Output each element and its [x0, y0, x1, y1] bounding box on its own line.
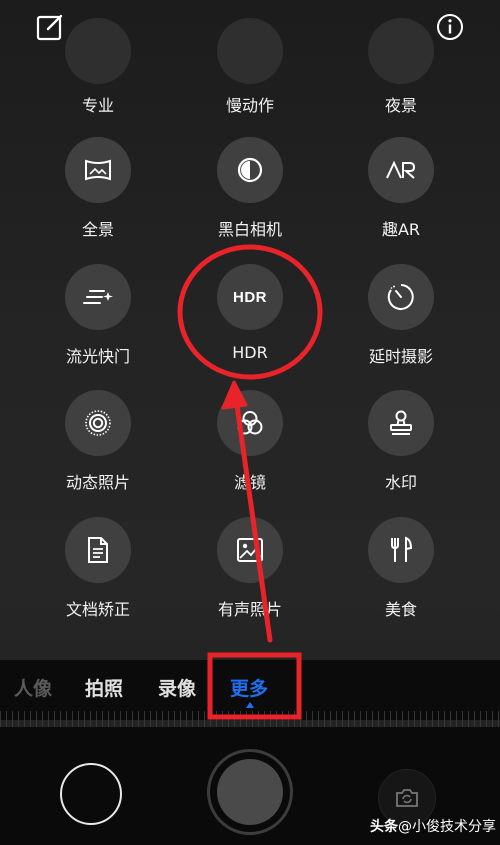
filter-icon	[217, 390, 283, 456]
audio-photo-icon	[217, 517, 283, 583]
mode-label: HDR	[232, 343, 268, 362]
active-tab-indicator	[246, 702, 254, 708]
info-icon[interactable]	[433, 10, 467, 44]
hdr-icon: HDR	[217, 264, 283, 330]
shutter-inner	[217, 759, 283, 825]
mode-label: 滤镜	[233, 473, 266, 492]
mode-ar[interactable]: 趣AR	[336, 137, 466, 257]
mode-label: 延时摄影	[368, 347, 433, 366]
live-photo-icon	[65, 390, 131, 456]
mode-panorama[interactable]: 全景	[33, 137, 163, 257]
mode-label-night[interactable]: 夜景	[336, 92, 466, 116]
mode-monochrome[interactable]: 黑白相机	[185, 137, 315, 257]
tab-more[interactable]: 更多	[230, 674, 268, 701]
mode-label: 水印	[384, 473, 417, 492]
timelapse-icon	[368, 264, 434, 330]
light-trail-icon	[65, 264, 131, 330]
panorama-icon	[65, 137, 131, 203]
slow-motion-icon[interactable]	[217, 18, 283, 84]
watermark-brand: 头条	[370, 819, 398, 835]
tab-portrait[interactable]: 人像	[14, 674, 52, 701]
hdr-icon-text: HDR	[233, 288, 267, 306]
source-watermark: 头条@小俊技术分享	[370, 816, 496, 836]
mode-document[interactable]: 文档矫正	[33, 517, 163, 637]
zoom-tick-strip	[0, 711, 500, 727]
mode-label: 趣AR	[381, 220, 421, 239]
mode-hdr[interactable]: HDR HDR	[185, 264, 315, 384]
tab-video[interactable]: 录像	[158, 674, 196, 701]
mode-label: 黑白相机	[217, 220, 282, 239]
mode-label: 有声照片	[217, 600, 282, 619]
mode-live-photo[interactable]: 动态照片	[33, 390, 163, 510]
mode-food[interactable]: 美食	[336, 517, 466, 637]
food-icon	[368, 517, 434, 583]
mode-label: 美食	[384, 600, 417, 619]
mode-label: 全景	[81, 220, 114, 239]
document-icon	[65, 517, 131, 583]
mode-watermark[interactable]: 水印	[336, 390, 466, 510]
mode-filter[interactable]: 滤镜	[185, 390, 315, 510]
watermark-handle: @小俊技术分享	[398, 819, 496, 835]
monochrome-icon	[217, 137, 283, 203]
mode-label: 动态照片	[65, 473, 130, 492]
mode-label-slow-motion[interactable]: 慢动作	[185, 92, 315, 116]
gallery-thumbnail-button[interactable]	[60, 763, 122, 825]
mode-timelapse[interactable]: 延时摄影	[336, 264, 466, 384]
mode-row-partial: 专业 慢动作 夜景	[0, 18, 500, 122]
mode-label: 流光快门	[65, 347, 130, 366]
pro-mode-icon[interactable]	[65, 18, 131, 84]
watermark-stamp-icon	[368, 390, 434, 456]
ar-icon	[368, 137, 434, 203]
switch-camera-icon	[396, 789, 418, 807]
shutter-button[interactable]	[207, 749, 293, 835]
mode-label: 文档矫正	[65, 600, 130, 619]
mode-audio-photo[interactable]: 有声照片	[185, 517, 315, 637]
night-mode-icon[interactable]	[368, 18, 434, 84]
mode-label-pro[interactable]: 专业	[33, 92, 163, 116]
camera-screen: 专业 慢动作 夜景 全景 黑白相机 趣AR 流光快门 HDR HDR 延时摄影 …	[0, 0, 500, 845]
tab-photo[interactable]: 拍照	[85, 674, 123, 701]
mode-light-trail[interactable]: 流光快门	[33, 264, 163, 384]
edit-note-icon[interactable]	[33, 10, 67, 44]
